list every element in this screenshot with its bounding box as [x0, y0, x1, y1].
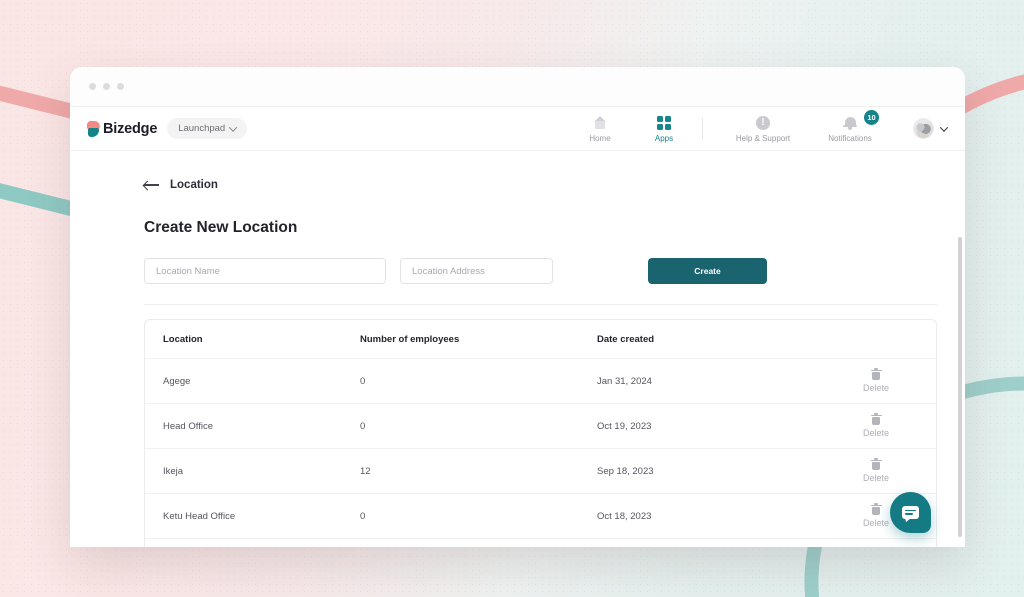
- bizedge-logo[interactable]: Bizedge: [86, 120, 158, 137]
- chevron-down-icon: [228, 122, 238, 132]
- location-name-input[interactable]: [144, 258, 386, 284]
- launchpad-label: Launchpad: [178, 123, 226, 134]
- notification-count-badge: 10: [864, 109, 879, 125]
- column-header-date-created: Date created: [597, 333, 655, 345]
- arrow-left-icon[interactable]: [144, 180, 159, 190]
- table-row: Agege 0 Jan 31, 2024 Delete: [145, 359, 936, 404]
- nav-divider: [702, 117, 703, 140]
- delete-label: Delete: [862, 472, 889, 483]
- window-dot-close[interactable]: [89, 83, 96, 90]
- location-address-input[interactable]: [400, 258, 553, 284]
- cell-location: Head Office: [163, 420, 213, 432]
- browser-window: Bizedge Launchpad Home Apps ! Help & Sup…: [70, 67, 965, 547]
- trash-icon: [870, 413, 882, 426]
- cell-date-created: Sep 18, 2023: [597, 465, 654, 477]
- create-button[interactable]: Create: [648, 258, 767, 284]
- window-dot-maximize[interactable]: [117, 83, 124, 90]
- bizedge-logo-mark-icon: [86, 120, 101, 137]
- cell-employees: 0: [360, 420, 366, 432]
- locations-table: Location Number of employees Date create…: [144, 319, 937, 547]
- delete-label: Delete: [862, 382, 889, 393]
- nav-item-home-label: Home: [589, 133, 611, 143]
- top-navigation: Home Apps ! Help & Support 10 Notificati…: [568, 109, 949, 143]
- nav-item-help-support-label: Help & Support: [735, 133, 791, 143]
- cell-employees: 0: [360, 375, 366, 387]
- window-titlebar: [70, 67, 965, 106]
- cell-date-created: Oct 19, 2023: [597, 420, 652, 432]
- launchpad-dropdown[interactable]: Launchpad: [167, 118, 248, 139]
- chat-bubble-icon: [902, 506, 919, 519]
- apps-grid-icon: [657, 115, 671, 131]
- user-menu[interactable]: [913, 118, 949, 139]
- app-top-bar: Bizedge Launchpad Home Apps ! Help & Sup…: [70, 106, 965, 151]
- delete-label: Delete: [862, 427, 889, 438]
- cell-employees: 12: [360, 465, 371, 477]
- cell-employees: 0: [360, 510, 366, 522]
- cell-location: Ikeja: [163, 465, 184, 477]
- column-header-location: Location: [163, 333, 203, 345]
- nav-item-home[interactable]: Home: [568, 115, 632, 143]
- delete-button[interactable]: Delete: [834, 458, 918, 483]
- nav-item-notifications-label: Notifications: [828, 133, 872, 143]
- delete-button[interactable]: Delete: [834, 368, 918, 393]
- cell-date-created: Oct 18, 2023: [597, 510, 652, 522]
- table-row: Head Office 0 Oct 19, 2023 Delete: [145, 404, 936, 449]
- create-location-form: Create: [144, 258, 937, 284]
- page-content: Location Create New Location Create Loca…: [70, 151, 965, 547]
- breadcrumb: Location: [144, 151, 937, 191]
- delete-label: Delete: [862, 517, 889, 528]
- chevron-down-icon: [939, 122, 949, 132]
- window-dot-minimize[interactable]: [103, 83, 110, 90]
- table-row: Ketu Head Office 0 Oct 18, 2023 Delete: [145, 494, 936, 539]
- nav-item-help-support[interactable]: ! Help & Support: [717, 115, 809, 143]
- nav-item-apps[interactable]: Apps: [632, 115, 696, 143]
- page-title: Create New Location: [144, 219, 298, 236]
- avatar: [913, 118, 934, 139]
- table-row: Ikeja 12 Sep 18, 2023 Delete: [145, 449, 936, 494]
- bell-icon: [843, 115, 857, 131]
- cell-location: Agege: [163, 375, 191, 387]
- column-header-number-of-employees: Number of employees: [360, 333, 460, 345]
- brand-area: Bizedge Launchpad: [86, 118, 248, 139]
- delete-button[interactable]: Delete: [834, 413, 918, 438]
- trash-icon: [870, 503, 882, 516]
- chat-launcher-button[interactable]: [890, 492, 931, 533]
- nav-item-notifications[interactable]: 10 Notifications: [809, 109, 891, 143]
- bizedge-logo-text: Bizedge: [103, 120, 158, 137]
- table-row: Maryland 5 Sep 21, 2023 Delete: [145, 539, 936, 547]
- trash-icon: [870, 368, 882, 381]
- home-icon: [593, 115, 608, 131]
- table-header-row: Location Number of employees Date create…: [145, 320, 936, 359]
- trash-icon: [870, 458, 882, 471]
- section-divider: [144, 304, 937, 305]
- cell-location: Ketu Head Office: [163, 510, 236, 522]
- vertical-scrollbar[interactable]: [958, 237, 962, 537]
- help-circle-icon: !: [756, 115, 770, 131]
- cell-date-created: Jan 31, 2024: [597, 375, 652, 387]
- nav-item-apps-label: Apps: [654, 133, 674, 143]
- breadcrumb-label: Location: [170, 179, 218, 191]
